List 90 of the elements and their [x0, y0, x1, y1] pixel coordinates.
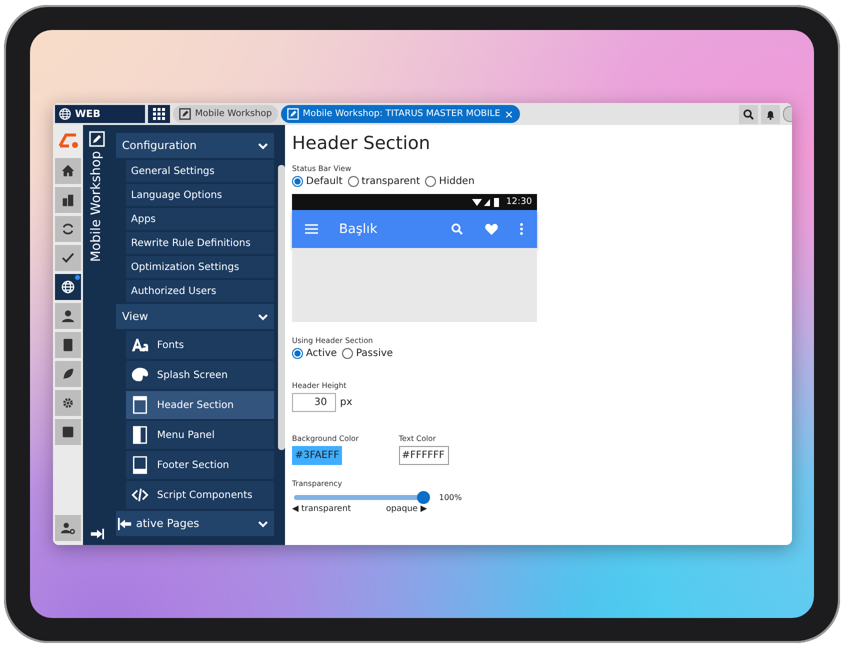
menu-item[interactable]: Header Section — [126, 391, 274, 419]
radio-button[interactable] — [342, 348, 353, 359]
person-icon — [61, 309, 75, 323]
menu-item[interactable]: Rewrite Rule Definitions — [126, 232, 274, 254]
menu-group[interactable]: ative Pages — [116, 511, 274, 536]
menu-group-label: Configuration — [122, 139, 198, 152]
radio-option[interactable]: Hidden — [425, 176, 475, 187]
transparency-slider[interactable] — [292, 491, 431, 504]
palette-icon — [131, 366, 149, 384]
globe-icon — [59, 108, 71, 120]
user-settings-button[interactable] — [55, 515, 81, 541]
menu-group[interactable]: View — [116, 304, 274, 329]
module-title: Mobile Workshop — [89, 151, 104, 262]
edit-icon — [179, 108, 191, 120]
menu-item[interactable]: Script Components — [126, 481, 274, 509]
radio-option[interactable]: Default — [292, 176, 343, 187]
menu-icon — [305, 224, 318, 234]
menu-item[interactable]: Authorized Users — [126, 280, 274, 302]
radio-option[interactable]: transparent — [348, 176, 420, 187]
notifications-button[interactable] — [761, 104, 780, 124]
radio-button[interactable] — [425, 176, 436, 187]
header-layout-icon — [131, 396, 149, 414]
menu-item[interactable]: Language Options — [126, 184, 274, 206]
status-time: 12:30 — [506, 197, 532, 207]
sign-in-icon[interactable] — [90, 527, 104, 541]
sidebar-button[interactable] — [55, 245, 81, 271]
scrollbar-thumb[interactable] — [278, 165, 285, 450]
tab[interactable]: Mobile Workshop: TITARUS MASTER MOBILE × — [280, 105, 520, 123]
sidebar-button[interactable] — [55, 216, 81, 242]
check-icon — [61, 251, 75, 265]
preview-header-title: Başlık — [339, 222, 378, 236]
status-icons-drawing — [472, 198, 500, 206]
color-input[interactable]: #FFFFFF — [398, 446, 449, 465]
search-icon — [743, 108, 754, 120]
apps-grid-button[interactable] — [148, 105, 170, 123]
bell-icon — [765, 108, 776, 120]
more-icon — [520, 223, 523, 235]
menu-layout-icon — [131, 426, 149, 444]
height-input[interactable]: 30 — [292, 393, 336, 412]
radio-button[interactable] — [292, 348, 303, 359]
web-button[interactable]: WEB — [55, 105, 145, 123]
code-icon — [131, 486, 149, 504]
user-gear-icon — [61, 521, 75, 535]
menu-item[interactable]: Fonts — [126, 331, 274, 359]
radio-option[interactable]: Passive — [342, 348, 393, 359]
slider-min-label: ◀ transparent — [292, 504, 351, 514]
sidebar-button[interactable] — [55, 332, 81, 358]
color-input[interactable]: #3FAEFF — [292, 446, 342, 465]
collapse-icon[interactable] — [118, 516, 132, 530]
grid-icon — [153, 108, 165, 120]
home-icon — [61, 164, 75, 178]
sidebar-button[interactable] — [55, 361, 81, 387]
sidebar-button[interactable] — [55, 274, 81, 300]
menu-group-label: View — [122, 310, 150, 323]
tab[interactable]: Mobile Workshop — [173, 105, 278, 123]
search-button[interactable] — [739, 104, 758, 124]
globe-icon — [61, 280, 75, 294]
sidebar-button[interactable] — [55, 187, 81, 213]
sidebar-button[interactable] — [55, 303, 81, 329]
unit-label: px — [340, 397, 352, 408]
slider-value: 100% — [439, 493, 462, 502]
menu-item[interactable]: Menu Panel — [126, 421, 274, 449]
menu-item[interactable]: General Settings — [126, 160, 274, 182]
edit-icon — [286, 108, 299, 120]
radio-option[interactable]: Active — [292, 348, 337, 359]
sidebar-button[interactable] — [55, 419, 81, 445]
radio-button[interactable] — [348, 176, 359, 187]
menu-item[interactable]: Optimization Settings — [126, 256, 274, 278]
refresh-icon — [61, 222, 75, 236]
leaf-icon — [61, 367, 75, 381]
heart-icon — [485, 223, 498, 235]
slider-thumb[interactable] — [417, 491, 430, 504]
close-tab-button[interactable]: × — [504, 108, 514, 120]
logo-icon — [56, 131, 80, 149]
settings-icon — [61, 396, 75, 410]
slider-max-label: opaque ▶ — [386, 504, 427, 514]
search-icon — [451, 223, 463, 235]
page-title: Header Section — [292, 133, 432, 154]
menu-item[interactable]: Footer Section — [126, 451, 274, 479]
edit-icon — [88, 131, 104, 147]
sidebar-button[interactable] — [55, 158, 81, 184]
menu-item[interactable]: Splash Screen — [126, 361, 274, 389]
menu-group-label: ative Pages — [136, 517, 200, 530]
radio-button[interactable] — [292, 176, 303, 187]
menu-group[interactable]: Configuration — [116, 133, 274, 158]
footer-layout-icon — [131, 456, 149, 474]
fonts-icon — [131, 336, 149, 354]
menu-item[interactable]: Apps — [126, 208, 274, 230]
buildings-icon — [61, 193, 75, 207]
sidebar-button[interactable] — [55, 390, 81, 416]
